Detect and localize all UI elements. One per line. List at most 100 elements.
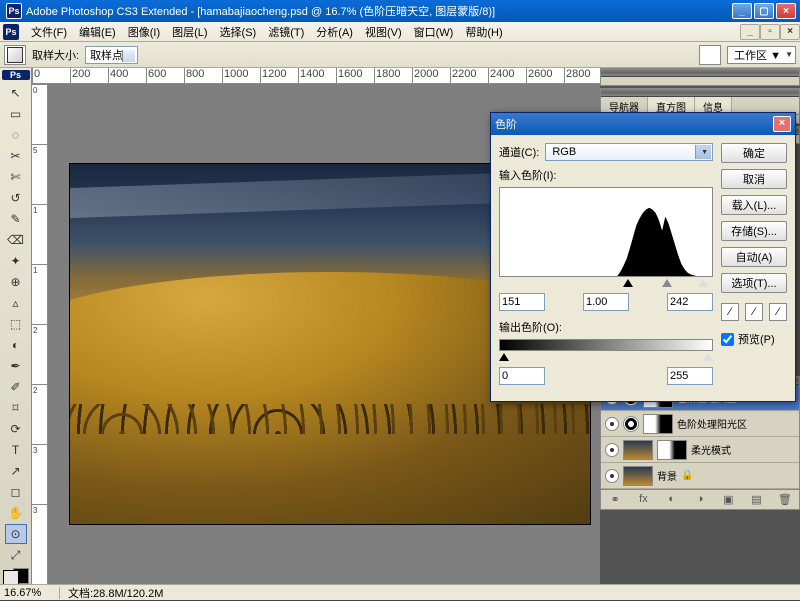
load-button[interactable]: 载入(L)...	[721, 195, 787, 215]
output-sliders	[499, 353, 713, 363]
ruler-tick: 2400	[488, 68, 526, 83]
tool-20[interactable]: ✋	[5, 503, 27, 523]
doc-close-button[interactable]: ×	[780, 24, 800, 40]
mask-icon[interactable]: ◐	[664, 493, 680, 507]
menu-3[interactable]: 图层(L)	[166, 25, 213, 41]
tool-21[interactable]: ⊙	[5, 524, 27, 544]
doc-minimize-button[interactable]: _	[740, 24, 760, 40]
menu-5[interactable]: 滤镜(T)	[262, 25, 310, 41]
vruler-tick: 3	[32, 444, 47, 504]
top-panel-collapsed[interactable]	[600, 68, 800, 86]
ruler-tick: 0	[32, 68, 70, 83]
tool-13[interactable]: ✒	[5, 356, 27, 376]
menu-8[interactable]: 窗口(W)	[408, 25, 460, 41]
black-eyedropper-icon[interactable]: ⁄	[721, 303, 739, 321]
layer-row[interactable]: 色阶处理阳光区	[601, 411, 799, 437]
layer-row[interactable]: 背景🔒	[601, 463, 799, 489]
adjustment-icon[interactable]: ◑	[692, 493, 708, 507]
channel-value: RGB	[552, 146, 576, 158]
ruler-tick: 800	[184, 68, 222, 83]
document-info[interactable]: 文档:28.8M/120.2M	[60, 585, 171, 601]
ruler-tick: 2000	[412, 68, 450, 83]
tool-1[interactable]: ▭	[5, 104, 27, 124]
layer-name-label: 背景	[657, 468, 677, 483]
workspace-select[interactable]: 工作区 ▼	[727, 46, 796, 64]
menu-1[interactable]: 编辑(E)	[73, 25, 122, 41]
dialog-close-button[interactable]: ×	[773, 116, 791, 132]
tool-18[interactable]: ↗	[5, 461, 27, 481]
preview-checkbox[interactable]	[721, 333, 734, 346]
dialog-titlebar[interactable]: 色阶 ×	[491, 113, 795, 135]
input-black-field[interactable]	[499, 293, 545, 311]
output-black-field[interactable]	[499, 367, 545, 385]
gray-eyedropper-icon[interactable]: ⁄	[745, 303, 763, 321]
options-button[interactable]: 选项(T)...	[721, 273, 787, 293]
trash-icon[interactable]: 🗑	[777, 493, 793, 507]
tool-17[interactable]: T	[5, 440, 27, 460]
tool-5[interactable]: ↺	[5, 188, 27, 208]
preview-checkbox-row[interactable]: 预览(P)	[721, 331, 787, 347]
menu-7[interactable]: 视图(V)	[359, 25, 408, 41]
new-layer-icon[interactable]: ▤	[749, 493, 765, 507]
ok-button[interactable]: 确定	[721, 143, 787, 163]
tool-10[interactable]: ▵	[5, 293, 27, 313]
layer-mask-thumb[interactable]	[657, 440, 687, 460]
fx-icon[interactable]: fx	[635, 493, 651, 507]
ruler-tick: 1000	[222, 68, 260, 83]
tool-12[interactable]: ◐	[5, 335, 27, 355]
gamma-slider[interactable]	[662, 279, 672, 287]
output-white-slider[interactable]	[703, 353, 713, 361]
ps-menu-icon[interactable]: Ps	[3, 24, 19, 40]
input-gamma-field[interactable]	[583, 293, 629, 311]
tool-19[interactable]: ◻	[5, 482, 27, 502]
tool-2[interactable]: ◌	[5, 125, 27, 145]
zoom-level[interactable]: 16.67%	[0, 587, 60, 599]
layer-thumb[interactable]	[623, 466, 653, 486]
menu-6[interactable]: 分析(A)	[310, 25, 359, 41]
menu-9[interactable]: 帮助(H)	[459, 25, 508, 41]
tool-7[interactable]: ⌫	[5, 230, 27, 250]
visibility-icon[interactable]	[605, 443, 619, 457]
save-button[interactable]: 存储(S)...	[721, 221, 787, 241]
layer-thumb[interactable]	[623, 440, 653, 460]
sample-size-select[interactable]: 取样点	[85, 46, 138, 64]
bridge-button[interactable]	[699, 45, 721, 65]
white-eyedropper-icon[interactable]: ⁄	[769, 303, 787, 321]
tool-14[interactable]: ✐	[5, 377, 27, 397]
menu-0[interactable]: 文件(F)	[25, 25, 73, 41]
current-tool-swatch[interactable]	[4, 45, 26, 65]
tool-15[interactable]: ⌑	[5, 398, 27, 418]
maximize-button[interactable]: ▢	[754, 3, 774, 19]
minimize-button[interactable]: _	[732, 3, 752, 19]
tool-9[interactable]: ⊕	[5, 272, 27, 292]
visibility-icon[interactable]	[605, 417, 619, 431]
tool-6[interactable]: ✎	[5, 209, 27, 229]
histogram	[499, 187, 713, 277]
input-white-field[interactable]	[667, 293, 713, 311]
output-white-field[interactable]	[667, 367, 713, 385]
folder-icon[interactable]: ▣	[720, 493, 736, 507]
output-black-slider[interactable]	[499, 353, 509, 361]
channel-select[interactable]: RGB	[545, 143, 713, 161]
black-point-slider[interactable]	[623, 279, 633, 287]
cancel-button[interactable]: 取消	[721, 169, 787, 189]
auto-button[interactable]: 自动(A)	[721, 247, 787, 267]
color-swatches[interactable]	[3, 570, 29, 584]
tool-0[interactable]: ↖	[5, 83, 27, 103]
tool-3[interactable]: ✂	[5, 146, 27, 166]
visibility-icon[interactable]	[605, 469, 619, 483]
tool-11[interactable]: ⬚	[5, 314, 27, 334]
link-layers-icon[interactable]: ⚭	[607, 493, 623, 507]
tool-4[interactable]: ✄	[5, 167, 27, 187]
layer-mask-thumb[interactable]	[643, 414, 673, 434]
menu-2[interactable]: 图像(I)	[122, 25, 166, 41]
white-point-slider[interactable]	[698, 279, 708, 287]
tool-22[interactable]: ⤢	[5, 545, 27, 565]
tool-16[interactable]: ⟳	[5, 419, 27, 439]
tool-8[interactable]: ✦	[5, 251, 27, 271]
vruler-tick: 3	[32, 504, 47, 564]
close-button[interactable]: ×	[776, 3, 796, 19]
layer-row[interactable]: 柔光模式	[601, 437, 799, 463]
doc-restore-button[interactable]: ▫	[760, 24, 780, 40]
menu-4[interactable]: 选择(S)	[214, 25, 263, 41]
